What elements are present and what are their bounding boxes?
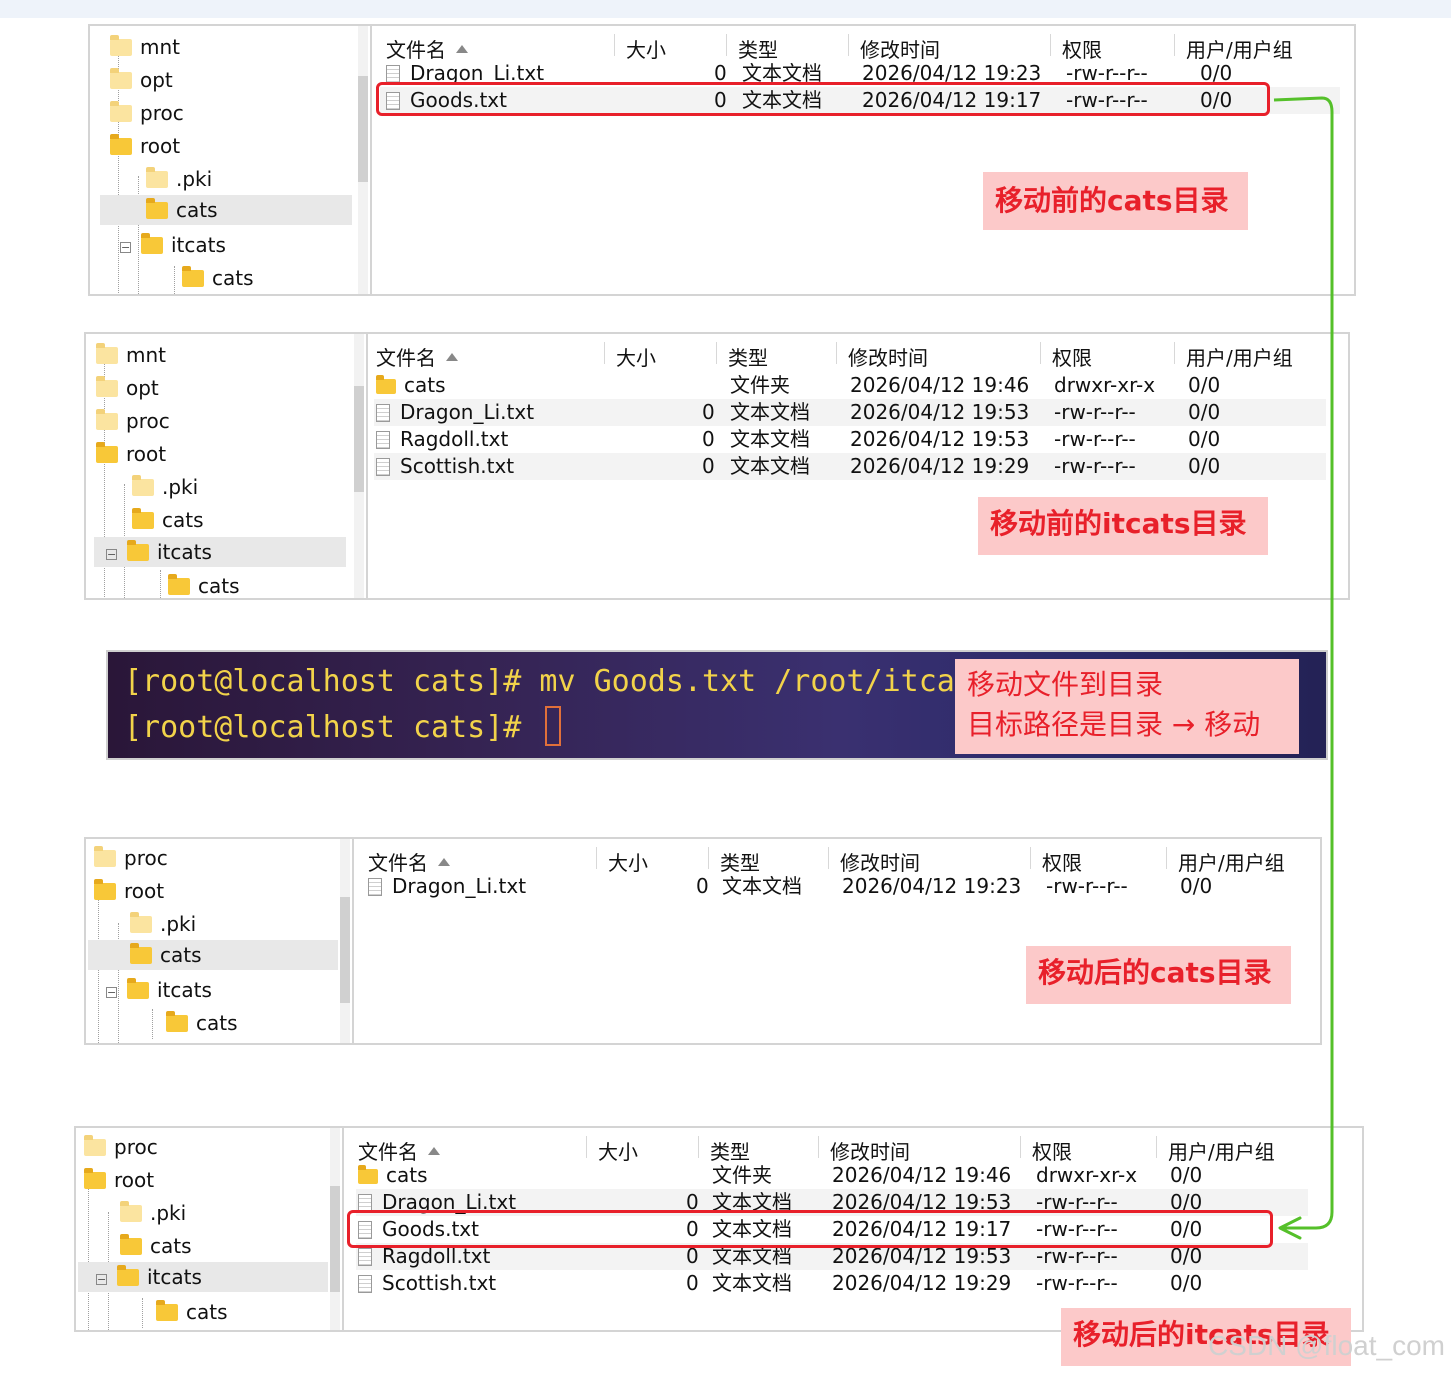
move-arrow-icon	[1273, 96, 1334, 1240]
watermark: CSDN @float_com	[1208, 1330, 1445, 1361]
